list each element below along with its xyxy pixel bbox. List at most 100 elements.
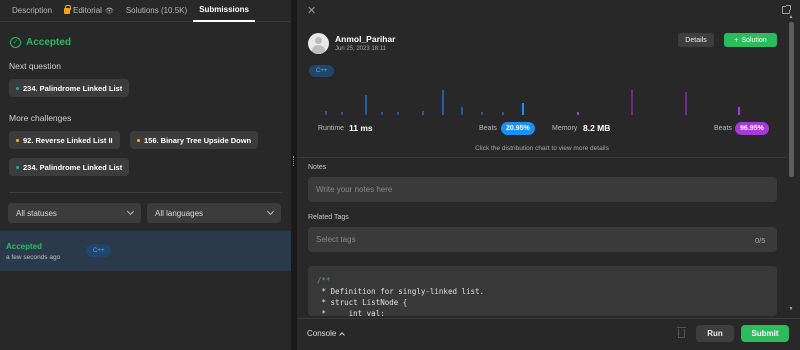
hist-bar bbox=[365, 95, 367, 115]
detail-top-bar: ✕ bbox=[297, 0, 800, 22]
hist-bar bbox=[381, 112, 383, 115]
more-challenges-label: More challenges bbox=[9, 113, 72, 123]
chevron-down-icon bbox=[126, 207, 135, 216]
hist-bar bbox=[481, 112, 483, 115]
hist-bar bbox=[631, 90, 633, 115]
tab-label: Editorial bbox=[73, 6, 102, 15]
easy-dot-icon bbox=[16, 86, 19, 90]
memory-beats-label: Beats bbox=[714, 125, 732, 132]
tab-bar: Description Editorial 👁 Solutions (10.5K)… bbox=[0, 0, 291, 22]
post-solution-button[interactable]: + Solution bbox=[724, 33, 777, 47]
runtime-label: Runtime bbox=[318, 125, 345, 132]
hist-bar bbox=[685, 92, 687, 115]
select-value: All statuses bbox=[16, 208, 57, 218]
hist-bar-current bbox=[522, 103, 524, 115]
code-line: * int val; bbox=[317, 309, 385, 316]
memory-histogram bbox=[577, 90, 740, 115]
chart-hint: Click the distribution chart to view mor… bbox=[475, 145, 609, 152]
divider bbox=[297, 157, 787, 158]
drag-handle-icon bbox=[293, 156, 295, 166]
avatar[interactable] bbox=[308, 33, 329, 54]
submit-button[interactable]: Submit bbox=[741, 325, 789, 342]
tab-label: Submissions bbox=[199, 5, 249, 14]
console-label: Console bbox=[307, 329, 337, 338]
hist-bar bbox=[577, 112, 579, 115]
runtime-value: 11 ms bbox=[349, 123, 373, 133]
related-tags-label: Related Tags bbox=[308, 214, 349, 221]
scroll-down-icon[interactable]: ▼ bbox=[788, 306, 794, 312]
submission-status: Accepted bbox=[6, 242, 43, 251]
chip-label: 234. Palindrome Linked List bbox=[23, 83, 123, 93]
hist-bar-current bbox=[738, 107, 740, 115]
tags-input[interactable] bbox=[308, 227, 777, 252]
submission-date: Jun 25, 2023 18:11 bbox=[335, 46, 386, 52]
tag-count: 0/5 bbox=[755, 236, 766, 245]
accepted-header: ✓ Accepted bbox=[10, 37, 71, 48]
lock-icon bbox=[64, 4, 72, 14]
code-block[interactable]: /** * Definition for singly-linked list.… bbox=[308, 266, 777, 316]
code-line: * Definition for singly-linked list. bbox=[317, 287, 485, 296]
bottom-bar: Console Run Submit bbox=[297, 318, 800, 350]
runtime-beats-label: Beats bbox=[479, 125, 497, 132]
tab-solutions[interactable]: Solutions (10.5K) bbox=[120, 0, 193, 22]
external-link-icon[interactable] bbox=[782, 5, 791, 14]
hist-bar bbox=[397, 112, 399, 115]
submission-time: a few seconds ago bbox=[6, 254, 61, 261]
language-filter-select[interactable]: All languages bbox=[147, 203, 281, 223]
easy-dot-icon bbox=[16, 165, 19, 169]
status-text: Accepted bbox=[26, 37, 72, 48]
hist-bar bbox=[461, 107, 463, 115]
hist-bar bbox=[502, 112, 504, 115]
challenge-chip[interactable]: 156. Binary Tree Upside Down bbox=[130, 131, 259, 149]
distribution-chart[interactable] bbox=[297, 85, 800, 120]
run-button[interactable]: Run bbox=[696, 325, 734, 342]
trash-icon[interactable] bbox=[677, 327, 686, 338]
tab-editorial[interactable]: Editorial 👁 bbox=[58, 0, 120, 22]
scroll-up-icon[interactable]: ▲ bbox=[788, 14, 794, 20]
close-icon[interactable]: ✕ bbox=[307, 4, 316, 17]
status-filter-select[interactable]: All statuses bbox=[8, 203, 141, 223]
check-circle-icon: ✓ bbox=[10, 37, 21, 48]
hist-bar bbox=[341, 112, 343, 115]
next-question-chip[interactable]: 234. Palindrome Linked List bbox=[9, 79, 130, 97]
divider bbox=[9, 192, 282, 193]
code-line: * struct ListNode { bbox=[317, 298, 408, 307]
challenge-chip[interactable]: 234. Palindrome Linked List bbox=[9, 158, 130, 176]
select-value: All languages bbox=[155, 208, 204, 218]
language-badge: C++ bbox=[86, 244, 112, 257]
eye-icon: 👁 bbox=[104, 7, 114, 15]
chip-label: 156. Binary Tree Upside Down bbox=[144, 135, 252, 145]
notes-label: Notes bbox=[308, 164, 327, 171]
medium-dot-icon bbox=[16, 138, 19, 142]
memory-value: 8.2 MB bbox=[583, 123, 611, 133]
right-panel: ✕ Anmol_Parihar Jun 25, 2023 18:11 Detai… bbox=[297, 0, 800, 350]
runtime-beats-badge: 20.95% bbox=[501, 122, 535, 135]
submission-row[interactable]: Accepted a few seconds ago C++ bbox=[0, 231, 291, 271]
chip-label: 92. Reverse Linked List II bbox=[23, 135, 113, 145]
console-toggle[interactable]: Console bbox=[307, 329, 346, 338]
language-badge: C++ bbox=[309, 65, 335, 77]
code-line: /** bbox=[317, 276, 331, 285]
tab-submissions[interactable]: Submissions bbox=[193, 0, 255, 22]
hist-bar bbox=[442, 90, 444, 115]
tab-description[interactable]: Description bbox=[6, 0, 58, 22]
chevron-up-icon bbox=[339, 332, 346, 338]
username[interactable]: Anmol_Parihar bbox=[335, 34, 395, 44]
scroll-thumb[interactable] bbox=[789, 22, 794, 177]
next-question-label: Next question bbox=[9, 61, 61, 71]
challenge-chip[interactable]: 92. Reverse Linked List II bbox=[9, 131, 120, 149]
memory-label: Memory bbox=[552, 125, 578, 132]
tab-label: Solutions (10.5K) bbox=[125, 6, 188, 15]
medium-dot-icon bbox=[137, 138, 140, 142]
plus-icon: + bbox=[734, 36, 739, 44]
left-panel: Description Editorial 👁 Solutions (10.5K)… bbox=[0, 0, 291, 350]
details-button[interactable]: Details bbox=[678, 33, 714, 47]
notes-input[interactable] bbox=[308, 177, 777, 202]
scrollbar[interactable]: ▲ ▼ bbox=[788, 14, 794, 314]
memory-beats-badge: 96.95% bbox=[735, 122, 769, 135]
hist-bar bbox=[422, 111, 424, 115]
app-root: Description Editorial 👁 Solutions (10.5K)… bbox=[0, 0, 800, 350]
hist-bar bbox=[325, 111, 327, 115]
chip-label: 234. Palindrome Linked List bbox=[23, 162, 123, 172]
button-label: Solution bbox=[741, 36, 767, 44]
